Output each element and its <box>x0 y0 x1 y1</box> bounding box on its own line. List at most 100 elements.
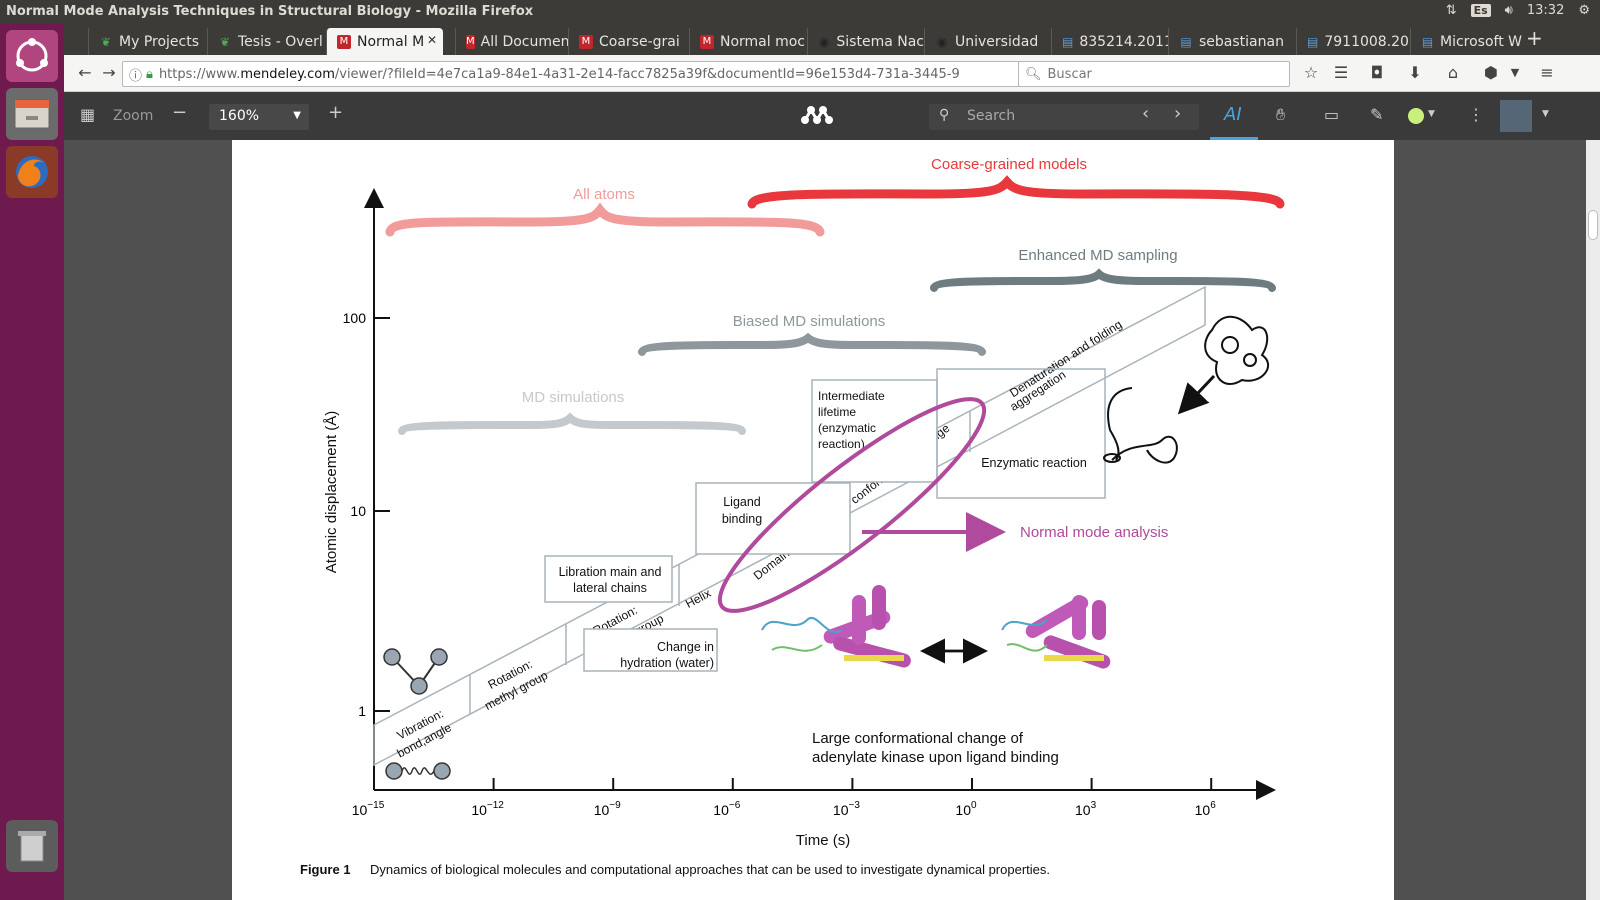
volume-icon[interactable]: 🔊︎ <box>1505 3 1513 18</box>
adk-caption-line1: Large conformational change of <box>812 730 1024 747</box>
close-tab-icon[interactable]: ✕ <box>427 33 437 47</box>
network-icon[interactable]: ⇅ <box>1446 3 1457 18</box>
browser-search-field[interactable]: 🔍︎ Buscar <box>1018 61 1290 87</box>
label-enhanced-md: Enhanced MD sampling <box>1018 247 1177 264</box>
adblock-dropdown-icon[interactable]: ▼ <box>1504 66 1526 79</box>
files-icon[interactable] <box>6 88 58 140</box>
downloads-icon[interactable]: ⬇ <box>1404 63 1426 82</box>
spring-bond-icon <box>385 762 451 780</box>
x-tick-label: 10−6 <box>713 800 740 818</box>
home-icon[interactable]: ⌂ <box>1442 63 1464 82</box>
tab-12[interactable]: ▤ Microsoft W <box>1410 28 1522 55</box>
x-tick-exponent: 0 <box>971 800 977 811</box>
box-ligand-binding <box>695 482 851 555</box>
keyboard-layout-indicator[interactable]: Es <box>1470 4 1491 17</box>
forward-arrow-icon[interactable]: → <box>98 63 120 82</box>
scrollbar-thumb[interactable] <box>1588 210 1598 240</box>
document-icon: ▤ <box>1062 34 1074 49</box>
x-tick-base: 10 <box>471 802 487 818</box>
avatar-dropdown-icon[interactable]: ▼ <box>1542 109 1549 119</box>
info-icon[interactable]: ⓘ <box>129 65 142 84</box>
x-tick-label: 106 <box>1195 800 1217 818</box>
settings-gear-icon[interactable]: ⚙ <box>1578 3 1590 18</box>
label-all-atoms: All atoms <box>573 186 635 203</box>
vertical-scrollbar[interactable] <box>1586 140 1600 900</box>
box-intermediate-line2: lifetime <box>818 405 856 419</box>
bookmark-star-icon[interactable]: ☆ <box>1300 63 1322 82</box>
color-dropdown-icon[interactable]: ▼ <box>1428 109 1435 119</box>
more-options-icon[interactable]: ⋮ <box>1468 105 1484 124</box>
adk-caption-line2: adenylate kinase upon ligand binding <box>812 749 1059 766</box>
box-libration-line2: lateral chains <box>573 581 647 595</box>
hand-tool-icon[interactable]: ✋︎ <box>1276 105 1285 125</box>
comment-icon[interactable]: ▭ <box>1324 105 1339 124</box>
bracket-coarse-grained: Coarse-grained models <box>747 156 1285 209</box>
tab-11[interactable]: ▤ 7911008.201 <box>1296 28 1410 55</box>
tab-9[interactable]: ▤ 835214.2011 <box>1051 28 1168 55</box>
tab-label: Microsoft W <box>1439 33 1522 50</box>
tab-7[interactable]: ◉ Sistema Nac <box>807 28 924 55</box>
label-md-simulations: MD simulations <box>522 389 625 406</box>
highlighter-icon[interactable]: ✎ <box>1370 105 1383 124</box>
zoom-select[interactable]: 160% ▼ <box>209 104 309 130</box>
x-tick-base: 10 <box>713 802 729 818</box>
thumbnails-grid-icon[interactable]: ▦ <box>80 105 95 124</box>
pocket-icon[interactable]: ◘ <box>1366 63 1388 82</box>
document-search-field[interactable]: ⚲ Search <box>929 104 1199 130</box>
box-intermediate-line1: Intermediate <box>818 389 885 403</box>
reading-list-icon[interactable]: ☰ <box>1330 63 1352 82</box>
tab-2[interactable]: ❦ Tesis - Overl <box>207 28 326 55</box>
document-icon: ▤ <box>1307 34 1319 49</box>
document-icon: ▤ <box>1421 34 1434 49</box>
y-tick-label: 10 <box>350 503 366 519</box>
label-coarse-grained: Coarse-grained models <box>931 156 1087 173</box>
protein-folding-cartoon-icon <box>1103 315 1270 464</box>
window-titlebar: Normal Mode Analysis Techniques in Struc… <box>0 0 1600 24</box>
globe-icon: ◉ <box>818 34 830 49</box>
tab-3[interactable]: M Normal M ✕ <box>326 28 443 55</box>
adblock-icon[interactable]: ⬢ <box>1480 63 1502 82</box>
user-avatar[interactable] <box>1500 100 1532 132</box>
firefox-icon[interactable] <box>6 146 58 198</box>
tab-8[interactable]: ◉ Universidad <box>924 28 1051 55</box>
box-intermediate-line3: (enzymatic <box>818 421 876 435</box>
adenylate-kinase-closed-icon <box>1001 595 1111 669</box>
tab-1[interactable]: ❦ My Projects <box>88 28 207 55</box>
search-icon: ⚲ <box>939 107 950 123</box>
new-tab-button[interactable]: + <box>1526 26 1543 50</box>
mendeley-icon: M <box>337 34 351 49</box>
browser-search-placeholder: Buscar <box>1047 66 1092 82</box>
tab-label: Universidad <box>955 33 1039 50</box>
next-result-icon[interactable]: › <box>1174 103 1181 124</box>
url-bar[interactable]: ⓘ 🔒︎ https://www.mendeley.com/viewer/?fi… <box>122 61 1062 87</box>
zoom-label: Zoom <box>113 108 154 124</box>
figure-caption-label: Figure 1 <box>300 862 351 877</box>
bracket-enhanced-md: Enhanced MD sampling <box>930 247 1276 292</box>
trash-icon[interactable] <box>6 820 58 872</box>
ubuntu-dash-icon[interactable] <box>6 30 58 82</box>
zoom-in-button[interactable]: + <box>328 102 343 123</box>
tab-label: Tesis - Overl <box>238 33 323 50</box>
tab-4[interactable]: M All Documen <box>455 28 568 55</box>
tab-label: 7911008.201 <box>1324 33 1410 50</box>
mendeley-logo-icon <box>800 104 834 130</box>
tab-10[interactable]: ▤ sebastianan <box>1168 28 1296 55</box>
previous-result-icon[interactable]: ‹ <box>1142 103 1149 124</box>
zoom-out-button[interactable]: − <box>172 102 187 123</box>
band-helix: Helix <box>683 586 713 611</box>
launcher <box>0 24 64 900</box>
search-icon: 🔍︎ <box>1025 66 1042 82</box>
annotation-select-tool[interactable]: AI <box>1210 92 1258 140</box>
tab-5[interactable]: M Coarse-grai <box>568 28 689 55</box>
box-ligand-line2: binding <box>722 512 762 526</box>
highlight-color-swatch[interactable] <box>1408 108 1424 124</box>
url-text[interactable]: https://www.mendeley.com/viewer/?fileId=… <box>159 67 959 82</box>
hamburger-menu-icon[interactable]: ≡ <box>1536 63 1558 82</box>
back-arrow-icon[interactable]: ← <box>74 63 96 82</box>
box-hydration-line2: hydration (water) <box>620 656 714 670</box>
tab-6[interactable]: M Normal moc <box>689 28 807 55</box>
clock[interactable]: 13:32 <box>1527 3 1564 18</box>
chevron-down-icon: ▼ <box>293 110 301 121</box>
tab-label: Coarse-grai <box>599 33 680 50</box>
band-denaturation-1: Denaturation and folding <box>1007 317 1124 400</box>
